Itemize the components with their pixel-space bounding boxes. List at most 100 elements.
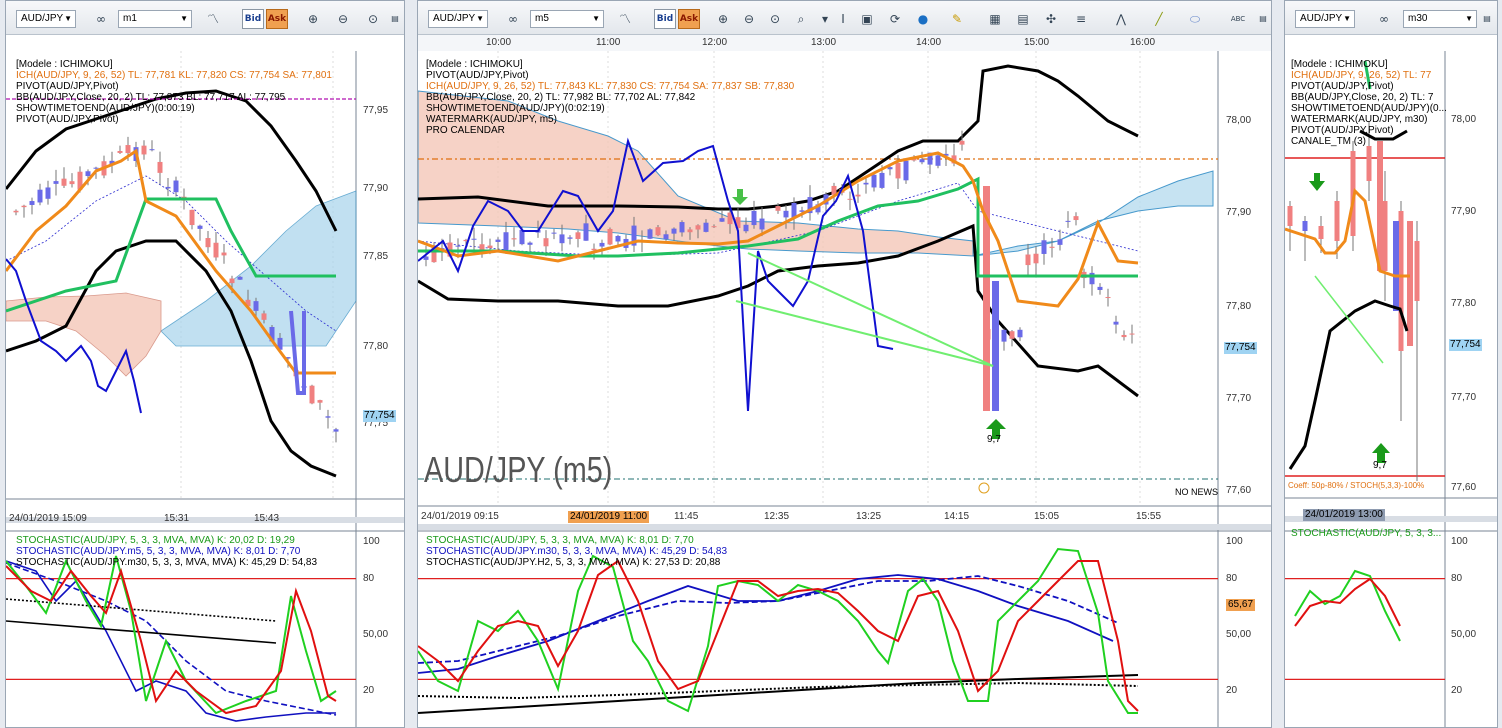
candle-body — [1105, 297, 1111, 299]
stochastic-d — [1294, 577, 1401, 627]
candle-body — [551, 232, 557, 234]
candle-body — [45, 187, 51, 199]
legend-line: BB(AUD/JPY,Close, 20, 2) TL: 77,873 BL: … — [16, 92, 286, 103]
candle-body — [253, 301, 259, 311]
y-tick-label: 20 — [1451, 685, 1463, 696]
legend-line: STOCHASTIC(AUD/JPY.m5, 5, 3, 3, MVA, MVA… — [16, 546, 301, 557]
candle-body — [317, 400, 323, 403]
candle-body — [495, 239, 501, 242]
candle-body — [117, 150, 123, 153]
candle-body — [37, 189, 43, 203]
top-time-label: 12:00 — [702, 37, 728, 48]
candle-body — [487, 245, 493, 249]
candle-body — [1041, 240, 1047, 254]
candle-body — [575, 232, 581, 239]
candle-body — [607, 228, 613, 245]
y-tick-label: 50,00 — [363, 629, 389, 640]
candle-body — [1017, 329, 1023, 338]
legend-line: PIVOT(AUD/JPY,Pivot) — [1291, 81, 1394, 92]
candle-body — [663, 234, 669, 240]
legend-line: SHOWTIMETOEND(AUD/JPY)(0:00:19) — [16, 103, 195, 114]
candle-body — [695, 225, 701, 230]
candle-body — [1407, 221, 1413, 346]
candle-body — [1382, 201, 1388, 271]
legend-line: STOCHASTIC(AUD/JPY.H2, 5, 3, 3, MVA, MVA… — [426, 557, 721, 568]
legend-line: STOCHASTIC(AUD/JPY, 5, 3, 3, MVA, MVA) K… — [426, 535, 694, 546]
candle-body — [1113, 321, 1119, 325]
candle-body — [189, 209, 195, 226]
legend-line: BB(AUD/JPY,Close, 20, 2) TL: 7 — [1291, 92, 1434, 103]
candle-body — [1377, 141, 1383, 271]
candle-body — [165, 186, 171, 189]
candle-body — [333, 429, 339, 432]
candle-body — [1334, 201, 1340, 241]
y-tick-label: 20 — [363, 685, 375, 696]
legend-line: STOCHASTIC(AUD/JPY.m30, 5, 3, 3, MVA, MV… — [426, 546, 728, 557]
candle-body — [237, 276, 243, 280]
candle-body — [1009, 331, 1015, 339]
candle-body — [679, 222, 685, 233]
legend-line: SHOWTIMETOEND(AUD/JPY)(0:02:19) — [426, 103, 605, 114]
legend-line: ICH(AUD/JPY, 9, 26, 52) TL: 77,781 KL: 7… — [16, 70, 332, 81]
y-tick-label: 77,80 — [363, 341, 389, 352]
candle-body — [1318, 226, 1324, 239]
candle-body — [775, 206, 781, 211]
candle-body — [325, 416, 331, 418]
y-tick-label: 77,60 — [1226, 485, 1252, 496]
legend-line: BB(AUD/JPY,Close, 20, 2) TL: 77,982 BL: … — [426, 92, 696, 103]
stochastic-h2-k — [418, 674, 1139, 714]
x-tick-label: 15:31 — [164, 513, 190, 524]
y-tick-label: 100 — [1226, 536, 1243, 547]
legend-line: PRO CALENDAR — [426, 125, 505, 136]
candle-body — [759, 218, 765, 230]
price-tag: 77,754 — [363, 410, 396, 422]
candle-body — [125, 145, 131, 154]
y-tick-label: 77,95 — [363, 105, 389, 116]
candle-body — [197, 225, 203, 229]
y-tick-label: 80 — [1451, 573, 1463, 584]
candle-body — [1097, 286, 1103, 290]
x-tick-label: 24/01/2019 09:15 — [421, 511, 499, 522]
candle-body — [1398, 211, 1404, 351]
candle-body — [173, 180, 179, 193]
candle-body — [567, 237, 573, 239]
y-tick-label: 77,70 — [1226, 393, 1252, 404]
candle-body — [13, 210, 19, 213]
candle-body — [847, 198, 853, 200]
legend-line: CANALE_TM (3) — [1291, 136, 1367, 147]
pane-splitter — [418, 524, 1271, 530]
candle-body — [21, 205, 27, 208]
arrow-label: 9,7 — [987, 434, 1001, 445]
x-tick-label: 13:25 — [856, 511, 882, 522]
candle-body — [559, 234, 565, 244]
top-time-label: 14:00 — [916, 37, 942, 48]
legend-line: ICH(AUD/JPY, 9, 26, 52) TL: 77,843 KL: 7… — [426, 81, 795, 92]
candle-body — [671, 228, 677, 234]
oscillator-value-tag: 65,67 — [1226, 599, 1256, 611]
candle-body — [992, 281, 999, 411]
y-tick-label: 78,00 — [1451, 114, 1477, 125]
candle-body — [157, 161, 163, 173]
legend-line: PIVOT(AUD/JPY,Pivot) — [16, 114, 119, 125]
top-time-label: 15:00 — [1024, 37, 1050, 48]
y-tick-label: 50,00 — [1226, 629, 1252, 640]
candle-body — [863, 182, 869, 185]
legend-line: PIVOT(AUD/JPY,Pivot) — [1291, 125, 1394, 136]
y-tick-label: 77,70 — [1451, 392, 1477, 403]
candle-body — [511, 238, 517, 240]
coeff-label: Coeff: 50p-80% / STOCH(5,3,3)-100% — [1288, 481, 1425, 490]
x-tick-label: 24/01/2019 13:00 — [1303, 509, 1385, 521]
candle-body — [221, 252, 227, 256]
legend-line: SHOWTIMETOEND(AUD/JPY)(0... — [1291, 103, 1447, 114]
candle-body — [1001, 329, 1007, 342]
candle-body — [1025, 254, 1031, 266]
candle-body — [1129, 333, 1135, 335]
y-tick-label: 20 — [1226, 685, 1238, 696]
candle-body — [455, 245, 461, 247]
candle-body — [543, 238, 549, 247]
legend-line: ICH(AUD/JPY, 9, 26, 52) TL: 77 — [1291, 70, 1432, 81]
legend-line: [Modele : ICHIMOKU] — [426, 59, 523, 70]
candle-body — [1121, 334, 1127, 338]
y-tick-label: 80 — [363, 573, 375, 584]
chart-window-m30: AUD/JPY ▼ ∞ m30 ▼ ▤ [Modele : ICHIMOKU] ICH… — [1284, 0, 1498, 728]
